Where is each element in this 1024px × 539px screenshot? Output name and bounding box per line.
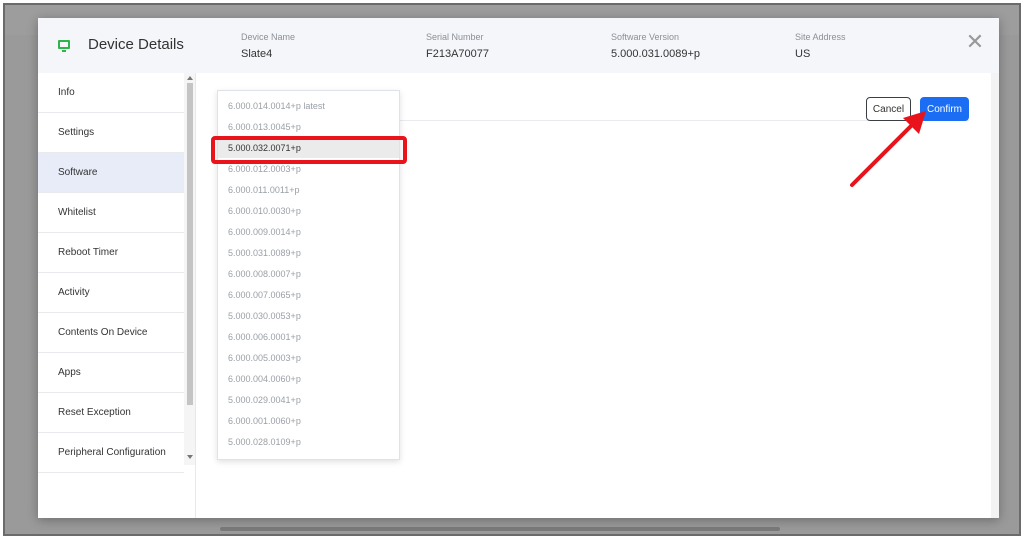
screenshot-frame: Device Details Device Name Slate4 Serial… xyxy=(3,3,1021,536)
annotation-arrow-icon xyxy=(850,111,926,187)
